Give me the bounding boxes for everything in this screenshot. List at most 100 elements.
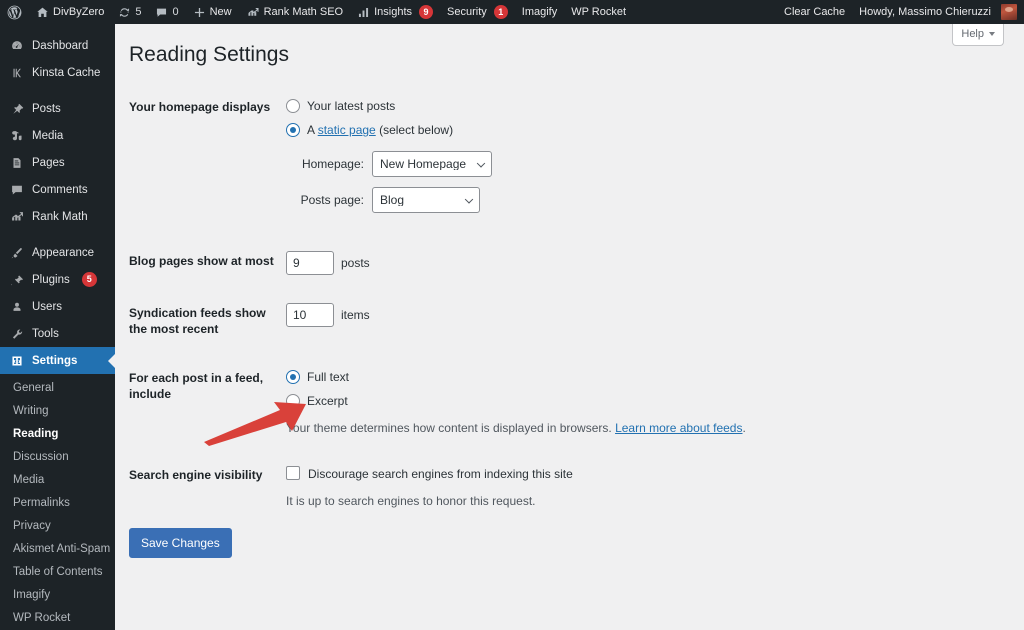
clear-cache-button[interactable]: Clear Cache [777, 0, 852, 24]
sidebar-item-plugins[interactable]: Plugins 5 [0, 266, 115, 293]
static-page-selectors: Homepage: New Homepage Posts page: Blog [286, 151, 879, 214]
rank-math-icon [9, 210, 24, 224]
submenu-item-wp-rocket[interactable]: WP Rocket [0, 607, 115, 630]
radio-full-text[interactable] [286, 369, 300, 384]
submenu-item-table-of-contents[interactable]: Table of Contents [0, 561, 115, 584]
posts-page-select[interactable]: Blog [372, 187, 480, 214]
sidebar-item-label: Kinsta Cache [32, 66, 101, 79]
sidebar-item-label: Media [32, 129, 64, 142]
submenu-item-writing[interactable]: Writing [0, 400, 115, 423]
sidebar-item-label: Settings [32, 354, 78, 367]
new-content-menu-item[interactable]: New [186, 0, 239, 24]
imagify-label: Imagify [521, 6, 558, 18]
discourage-search-engines-option[interactable]: Discourage search engines from indexing … [286, 465, 879, 483]
updates-icon [118, 6, 131, 19]
menu-separator [0, 86, 115, 95]
sidebar-item-tools[interactable]: Tools [0, 320, 115, 347]
updates-menu-item[interactable]: 5 [111, 0, 148, 24]
static-page-link[interactable]: static page [318, 123, 376, 137]
help-tab-button[interactable]: Help [952, 24, 1004, 46]
radio-latest-posts[interactable] [286, 99, 300, 114]
security-label: Security [447, 6, 487, 18]
submit-wrapper: Save Changes [129, 526, 1024, 558]
sidebar-item-appearance[interactable]: Appearance [0, 239, 115, 266]
comments-menu-item[interactable]: 0 [148, 0, 185, 24]
rank-math-seo-menu-item[interactable]: Rank Math SEO [239, 0, 350, 24]
sidebar-item-settings[interactable]: Settings [0, 347, 115, 374]
insights-label: Insights [374, 6, 413, 18]
label-homepage-displays: Your homepage displays [129, 100, 271, 115]
syndication-feeds-input[interactable] [286, 303, 334, 328]
submenu-item-media[interactable]: Media [0, 469, 115, 492]
discourage-search-engines-label: Discourage search engines from indexing … [308, 466, 573, 481]
help-label: Help [961, 28, 984, 40]
syndication-feeds-row: items [286, 303, 879, 328]
submenu-item-reading[interactable]: Reading [0, 423, 115, 446]
sidebar-item-media[interactable]: Media [0, 122, 115, 149]
radio-option-excerpt[interactable]: Excerpt [286, 392, 879, 410]
wp-logo-menu-item[interactable] [0, 0, 29, 24]
clear-cache-label: Clear Cache [784, 6, 846, 18]
table-row-homepage-displays: Your homepage displays Your latest posts… [129, 83, 889, 237]
radio-excerpt[interactable] [286, 393, 300, 408]
howdy-label: Howdy, Massimo Chieruzzi [859, 6, 991, 18]
syndication-feeds-unit: items [341, 308, 370, 323]
sidebar-item-kinsta-cache[interactable]: Kinsta Cache [0, 59, 115, 86]
pin-icon [9, 102, 24, 116]
radio-static-page[interactable] [286, 123, 300, 138]
screen-meta-links: Help [952, 24, 1004, 46]
insights-badge: 9 [419, 5, 434, 19]
radio-option-static-page[interactable]: A static page (select below) [286, 121, 879, 139]
sidebar-item-dashboard[interactable]: Dashboard [0, 32, 115, 59]
home-icon [36, 6, 49, 19]
my-account-menu-item[interactable]: Howdy, Massimo Chieruzzi [852, 0, 1024, 24]
posts-page-select-row: Posts page: Blog [286, 187, 879, 214]
sidebar-item-label: Users [32, 300, 63, 313]
cell-blog-pages: posts [286, 237, 889, 289]
settings-table: Your homepage displays Your latest posts… [129, 83, 889, 523]
sidebar-item-comments[interactable]: Comments [0, 176, 115, 203]
sidebar-item-rank-math[interactable]: Rank Math [0, 203, 115, 230]
sidebar-item-label: Posts [32, 102, 61, 115]
label-search-engine-visibility: Search engine visibility [129, 467, 263, 482]
insights-menu-item[interactable]: Insights 9 [350, 0, 440, 24]
avatar [1001, 4, 1017, 20]
static-page-prefix: A [307, 123, 318, 138]
wp-rocket-label: WP Rocket [571, 6, 627, 18]
submenu-item-privacy[interactable]: Privacy [0, 515, 115, 538]
settings-submenu: General Writing Reading Discussion Media… [0, 374, 115, 630]
security-menu-item[interactable]: Security 1 [440, 0, 515, 24]
submenu-item-discussion[interactable]: Discussion [0, 446, 115, 469]
posts-page-select-label: Posts page: [300, 193, 364, 208]
label-feed-include: For each post in a feed, include [129, 370, 264, 401]
submenu-item-imagify[interactable]: Imagify [0, 584, 115, 607]
radio-option-latest-posts[interactable]: Your latest posts [286, 97, 879, 115]
submenu-item-akismet-anti-spam[interactable]: Akismet Anti-Spam [0, 538, 115, 561]
blog-pages-input[interactable] [286, 251, 334, 276]
sidebar-item-pages[interactable]: Pages [0, 149, 115, 176]
chevron-down-icon [989, 32, 995, 36]
sidebar-item-label: Appearance [32, 246, 95, 259]
sidebar-item-label: Tools [32, 327, 59, 340]
wp-rocket-menu-item[interactable]: WP Rocket [564, 0, 633, 24]
radio-latest-posts-label: Your latest posts [307, 99, 396, 114]
radio-excerpt-label: Excerpt [307, 393, 348, 408]
radio-option-full-text[interactable]: Full text [286, 368, 879, 386]
homepage-select[interactable]: New Homepage [372, 151, 492, 178]
site-name-menu-item[interactable]: DivByZero [29, 0, 111, 24]
discourage-search-engines-checkbox[interactable] [286, 465, 300, 480]
sidebar-item-label: Dashboard [32, 39, 89, 52]
imagify-menu-item[interactable]: Imagify [515, 0, 564, 24]
table-row-search-engine-visibility: Search engine visibility Discourage sear… [129, 451, 889, 524]
sidebar-item-posts[interactable]: Posts [0, 95, 115, 122]
submenu-item-permalinks[interactable]: Permalinks [0, 492, 115, 515]
radio-full-text-label: Full text [307, 369, 350, 384]
dashboard-icon [9, 39, 24, 53]
submenu-item-general[interactable]: General [0, 377, 115, 400]
pages-icon [9, 156, 24, 170]
brush-icon [9, 246, 24, 260]
sidebar-item-users[interactable]: Users [0, 293, 115, 320]
learn-more-about-feeds-link[interactable]: Learn more about feeds [615, 421, 742, 435]
save-changes-button[interactable]: Save Changes [129, 527, 232, 558]
comment-icon [9, 183, 24, 197]
